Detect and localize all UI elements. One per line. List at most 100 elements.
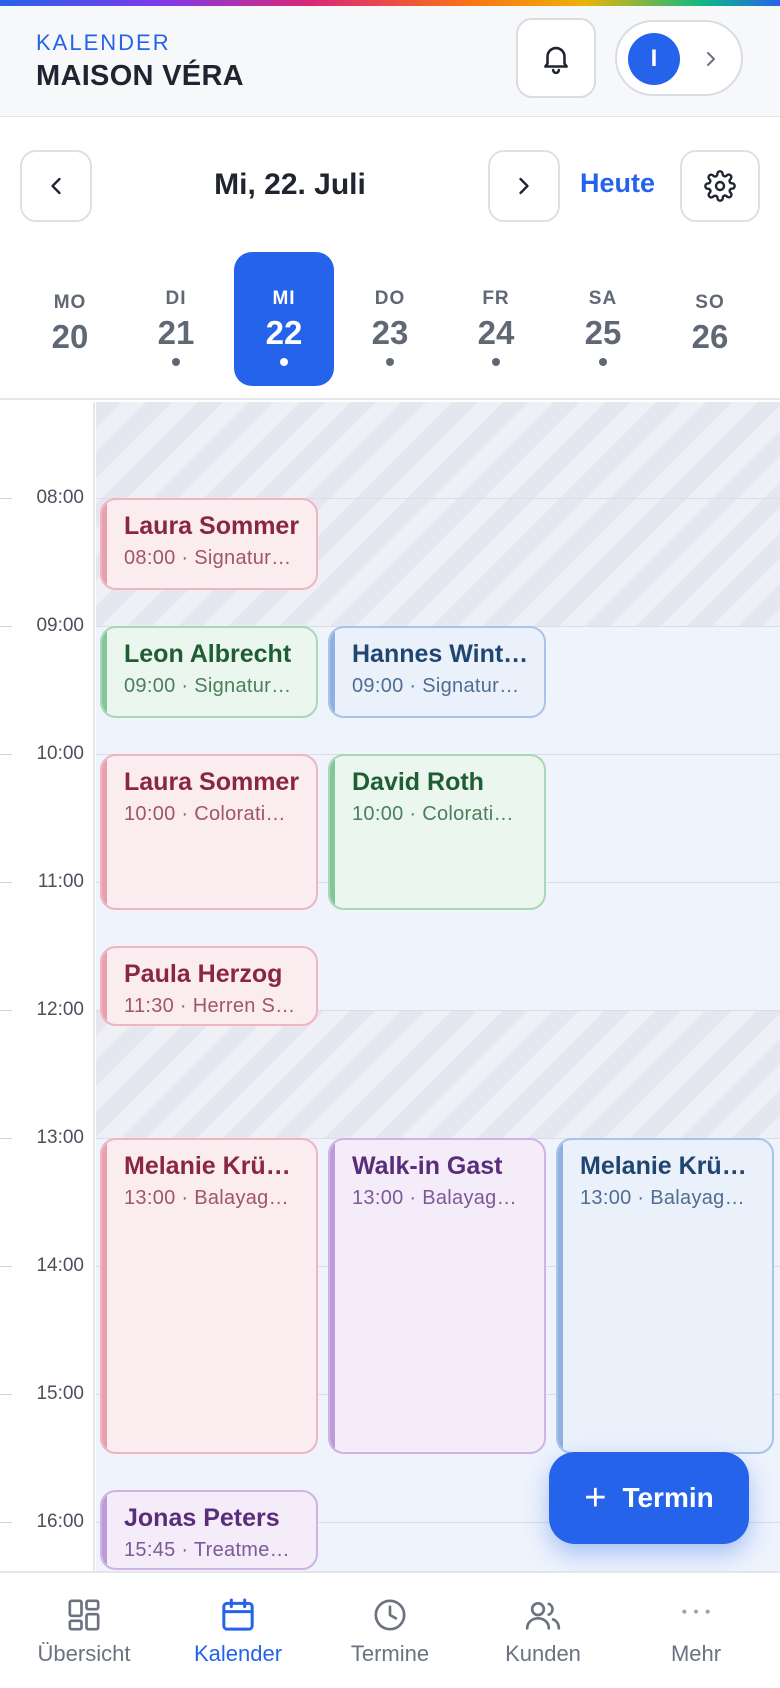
- day-name: MI: [272, 288, 296, 309]
- profile-button[interactable]: I: [615, 20, 743, 96]
- appointment-detail: 13:00 · Balayag…: [124, 1187, 289, 1209]
- day-name: DI: [165, 288, 187, 309]
- day-thursday[interactable]: DO 23: [340, 252, 440, 386]
- nav-label: Mehr: [670, 1641, 722, 1666]
- salon-name: MAISON VÉRA: [36, 60, 244, 92]
- schedule-grid[interactable]: Laura Sommer 08:00 · Signatur… Leon Albr…: [96, 402, 780, 1571]
- chevron-left-icon: [51, 177, 61, 195]
- appointment-card[interactable]: Laura Sommer 08:00 · Signatur…: [100, 498, 318, 590]
- date-navigation: Mi, 22. Juli Heute: [0, 118, 780, 248]
- appointment-detail: 15:45 · Treatme…: [124, 1539, 290, 1561]
- grid-icon: [68, 1599, 100, 1631]
- chevron-right-icon: [707, 52, 715, 66]
- day-number: 21: [157, 314, 195, 351]
- current-date: Mi, 22. Juli: [214, 168, 366, 201]
- next-day-button[interactable]: [488, 150, 560, 222]
- chevron-right-icon: [519, 177, 529, 195]
- nav-label: Übersicht: [37, 1641, 131, 1666]
- nav-item-calendar[interactable]: Kalender: [160, 1573, 316, 1688]
- hour-label: 08:00: [36, 487, 84, 508]
- today-button[interactable]: Heute: [580, 168, 655, 199]
- appointment-card[interactable]: Paula Herzog 11:30 · Herren S…: [100, 946, 318, 1026]
- day-schedule[interactable]: 08:00 09:00 10:00 11:00 12:00 13:00 14:0…: [0, 402, 780, 1571]
- bottom-navigation: Übersicht Kalender Termine Kunden Mehr: [0, 1571, 780, 1688]
- bell-icon: [544, 46, 568, 75]
- app-header: KALENDER MAISON VÉRA I: [0, 6, 780, 117]
- previous-day-button[interactable]: [20, 150, 92, 222]
- hour-label: 09:00: [36, 615, 84, 636]
- day-friday[interactable]: FR 24: [446, 252, 546, 386]
- more-icon: [682, 1609, 710, 1614]
- nav-label: Kalender: [193, 1641, 283, 1666]
- hour-label: 16:00: [36, 1511, 84, 1532]
- day-wednesday[interactable]: MI 22: [234, 252, 334, 386]
- event-indicator-dot: [492, 358, 500, 366]
- week-strip: MO 20 DI 21 MI 22 DO 23 FR 24 SA 25 SO 2…: [0, 248, 780, 400]
- day-name: MO: [53, 292, 87, 313]
- nav-item-overview[interactable]: Übersicht: [6, 1573, 162, 1688]
- new-appointment-button[interactable]: + Termin: [549, 1452, 749, 1544]
- client-name: Walk-in Gast: [352, 1152, 503, 1180]
- event-indicator-dot: [386, 358, 394, 366]
- hour-label: 12:00: [36, 999, 84, 1020]
- appointment-detail: 11:30 · Herren S…: [124, 995, 296, 1017]
- event-indicator-dot: [280, 358, 288, 366]
- day-name: SA: [588, 288, 618, 309]
- closed-time-block: [96, 1010, 780, 1138]
- new-appointment-label: Termin: [622, 1482, 714, 1513]
- nav-label: Kunden: [505, 1641, 581, 1666]
- day-number: 24: [477, 314, 515, 351]
- client-name: Hannes Wint…: [352, 640, 529, 668]
- calendar-icon: [222, 1598, 254, 1631]
- hour-label: 13:00: [36, 1127, 84, 1148]
- client-name: Laura Sommer: [124, 512, 300, 540]
- day-number: 25: [584, 314, 622, 351]
- day-sunday[interactable]: SO 26: [660, 252, 760, 386]
- appointment-detail: 13:00 · Balayag…: [580, 1187, 745, 1209]
- appointment-card[interactable]: Melanie Krüg… 13:00 · Balayag…: [556, 1138, 774, 1454]
- notifications-button[interactable]: [516, 18, 596, 98]
- client-name: Leon Albrecht: [124, 640, 292, 668]
- appointment-detail: 10:00 · Colorati…: [124, 803, 286, 825]
- hour-label: 14:00: [36, 1255, 84, 1276]
- appointment-card[interactable]: David Roth 10:00 · Colorati…: [328, 754, 546, 910]
- event-indicator-dot: [172, 358, 180, 366]
- client-name: Melanie Krüg…: [124, 1152, 302, 1180]
- calendar-settings-button[interactable]: [680, 150, 760, 222]
- day-tuesday[interactable]: DI 21: [126, 252, 226, 386]
- gear-icon: [704, 170, 736, 202]
- nav-label: Termine: [350, 1641, 430, 1666]
- client-name: Jonas Peters: [124, 1504, 280, 1532]
- client-name: David Roth: [352, 768, 484, 796]
- hour-label: 10:00: [36, 743, 84, 764]
- day-number: 23: [371, 314, 409, 351]
- client-name: Paula Herzog: [124, 960, 283, 988]
- hour-label: 15:00: [36, 1383, 84, 1404]
- time-gutter: 08:00 09:00 10:00 11:00 12:00 13:00 14:0…: [0, 402, 95, 1571]
- day-monday[interactable]: MO 20: [20, 252, 120, 386]
- day-name: SO: [695, 292, 725, 313]
- appointment-detail: 09:00 · Signatur…: [352, 675, 520, 697]
- section-label: KALENDER: [36, 30, 171, 55]
- day-name: FR: [482, 288, 510, 309]
- day-saturday[interactable]: SA 25: [553, 252, 653, 386]
- nav-item-more[interactable]: Mehr: [618, 1573, 774, 1688]
- day-name: DO: [374, 288, 406, 309]
- appointment-detail: 08:00 · Signatur…: [124, 547, 292, 569]
- appointment-card[interactable]: Melanie Krüg… 13:00 · Balayag…: [100, 1138, 318, 1454]
- nav-item-customers[interactable]: Kunden: [465, 1573, 621, 1688]
- event-indicator-dot: [599, 358, 607, 366]
- day-number: 22: [265, 314, 303, 351]
- appointment-card[interactable]: Hannes Wint… 09:00 · Signatur…: [328, 626, 546, 718]
- plus-icon: +: [584, 1477, 607, 1519]
- appointment-card[interactable]: Jonas Peters 15:45 · Treatme…: [100, 1490, 318, 1570]
- day-number: 26: [691, 318, 729, 355]
- appointment-detail: 10:00 · Colorati…: [352, 803, 514, 825]
- nav-item-appointments[interactable]: Termine: [312, 1573, 468, 1688]
- hour-label: 11:00: [37, 871, 84, 892]
- appointment-card[interactable]: Laura Sommer 10:00 · Colorati…: [100, 754, 318, 910]
- users-icon: [525, 1602, 561, 1630]
- appointment-card[interactable]: Walk-in Gast 13:00 · Balayag…: [328, 1138, 546, 1454]
- appointment-card[interactable]: Leon Albrecht 09:00 · Signatur…: [100, 626, 318, 718]
- client-name: Melanie Krüg…: [580, 1152, 758, 1180]
